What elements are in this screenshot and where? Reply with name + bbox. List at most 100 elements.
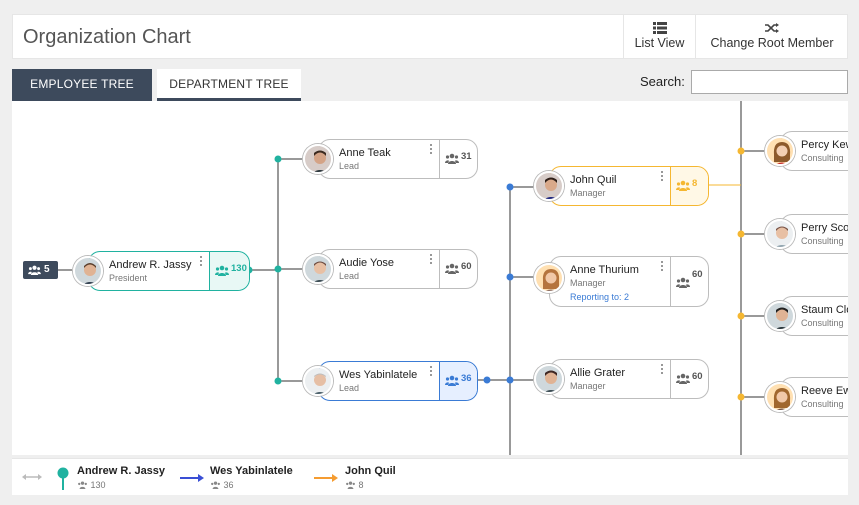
node-andrew-jassy[interactable]: Andrew R. Jassy President 130 — [73, 251, 250, 291]
list-view-label: List View — [634, 36, 685, 50]
breadcrumb-name: Wes Yabinlatele — [210, 465, 293, 477]
node-role: Manager — [570, 188, 606, 198]
people-icon — [211, 481, 220, 489]
reporting-to-link[interactable]: Reporting to: 2 — [570, 292, 629, 302]
subordinate-count[interactable]: 8 — [670, 167, 708, 205]
people-icon — [346, 481, 355, 489]
more-menu-icon[interactable] — [430, 144, 433, 155]
node-allie-grater[interactable]: Allie Grater Manager 60 — [534, 359, 709, 399]
subordinate-count[interactable]: 31 — [439, 140, 477, 178]
avatar — [303, 366, 333, 396]
subordinate-count[interactable]: 60 — [670, 257, 708, 306]
arrow-right-icon — [314, 474, 338, 482]
tab-employee-tree[interactable]: EMPLOYEE TREE — [12, 69, 152, 108]
node-name: John Quil — [570, 174, 617, 186]
more-menu-icon[interactable] — [661, 261, 664, 272]
more-menu-icon[interactable] — [430, 254, 433, 265]
count-value: 31 — [461, 151, 472, 162]
path-breadcrumb: Andrew R. Jassy 130 Wes Yabinlatele 36 J… — [12, 458, 848, 495]
avatar — [765, 219, 795, 249]
node-role: Consulting — [801, 153, 844, 163]
avatar — [534, 364, 564, 394]
people-icon — [445, 375, 459, 386]
avatar — [765, 382, 795, 412]
node-name: Anne Teak — [339, 147, 391, 159]
node-name: Reeve Ewer — [801, 385, 848, 397]
node-john-quil[interactable]: John Quil Manager 8 — [534, 166, 709, 206]
count-value: 36 — [461, 373, 472, 384]
subordinate-count[interactable]: 130 — [209, 252, 249, 290]
tab-employee-label: EMPLOYEE TREE — [30, 77, 134, 91]
breadcrumb-count: 36 — [210, 480, 234, 490]
people-icon — [215, 265, 229, 276]
org-tree-canvas[interactable]: 5 Andrew R. Jassy President 130 Anne Tea… — [12, 101, 848, 455]
node-anne-teak[interactable]: Anne Teak Lead 31 — [303, 139, 478, 179]
app-header: Organization Chart List View Change Root… — [12, 14, 848, 59]
subordinate-count[interactable]: 60 — [670, 360, 708, 398]
node-wes-yabinlatele[interactable]: Wes Yabinlatele Lead 36 — [303, 361, 478, 401]
count-value: 60 — [692, 371, 703, 382]
people-icon — [78, 481, 87, 489]
tab-department-tree[interactable]: DEPARTMENT TREE — [157, 69, 301, 101]
list-view-button[interactable]: List View — [623, 15, 695, 58]
subordinate-count[interactable]: 36 — [439, 362, 477, 400]
node-audie-yose[interactable]: Audie Yose Lead 60 — [303, 249, 478, 289]
change-root-label: Change Root Member — [710, 36, 834, 50]
more-menu-icon[interactable] — [200, 256, 203, 267]
count-value: 60 — [692, 269, 703, 280]
people-icon — [28, 265, 41, 275]
breadcrumb-item-john[interactable]: John Quil 8 — [345, 465, 396, 490]
node-role: Manager — [570, 278, 606, 288]
search-input[interactable] — [691, 70, 848, 94]
node-name: Wes Yabinlatele — [339, 369, 418, 381]
node-role: Consulting — [801, 236, 844, 246]
breadcrumb-name: John Quil — [345, 465, 396, 477]
more-menu-icon[interactable] — [661, 364, 664, 375]
avatar — [765, 136, 795, 166]
node-role: Consulting — [801, 318, 844, 328]
root-count-value: 5 — [44, 264, 50, 275]
node-anne-thurium[interactable]: Anne Thurium Manager Reporting to: 2 60 — [534, 256, 709, 307]
avatar — [765, 301, 795, 331]
breadcrumb-item-andrew[interactable]: Andrew R. Jassy 130 — [77, 465, 166, 490]
arrow-right-icon — [180, 474, 204, 482]
breadcrumb-count: 8 — [345, 480, 364, 490]
root-member-count-badge[interactable]: 5 — [23, 261, 58, 279]
count-value: 8 — [692, 178, 698, 189]
breadcrumb-item-wes[interactable]: Wes Yabinlatele 36 — [210, 465, 293, 490]
people-icon — [676, 277, 690, 288]
more-menu-icon[interactable] — [430, 366, 433, 377]
subordinate-count[interactable]: 60 — [439, 250, 477, 288]
breadcrumb-name: Andrew R. Jassy — [77, 465, 166, 477]
list-icon — [652, 22, 667, 34]
people-icon — [445, 263, 459, 274]
node-name: Percy Kewshun — [801, 139, 848, 151]
node-staum[interactable]: Staum Clotes Consulting — [765, 296, 848, 336]
node-name: Allie Grater — [570, 367, 626, 379]
node-name: Anne Thurium — [570, 264, 639, 276]
avatar — [303, 144, 333, 174]
node-name: Perry Scope — [801, 222, 848, 234]
node-role: Manager — [570, 381, 606, 391]
node-role: Lead — [339, 383, 360, 393]
page-title: Organization Chart — [23, 26, 191, 48]
avatar — [534, 171, 564, 201]
node-role: Lead — [339, 271, 360, 281]
node-name: Andrew R. Jassy — [109, 259, 192, 271]
change-root-button[interactable]: Change Root Member — [695, 15, 848, 58]
avatar — [303, 254, 333, 284]
people-icon — [445, 153, 459, 164]
more-menu-icon[interactable] — [661, 171, 664, 182]
node-role: Lead — [339, 161, 360, 171]
search-label: Search: — [640, 74, 685, 89]
node-role: Consulting — [801, 399, 844, 409]
node-name: Staum Clotes — [801, 304, 848, 316]
expand-arrows-icon[interactable] — [22, 473, 42, 481]
tab-department-label: DEPARTMENT TREE — [169, 77, 289, 91]
node-percy[interactable]: Percy Kewshun Consulting — [765, 131, 848, 171]
node-name: Audie Yose — [339, 257, 395, 269]
people-icon — [676, 373, 690, 384]
node-reeve[interactable]: Reeve Ewer Consulting — [765, 377, 848, 417]
shuffle-icon — [765, 23, 779, 33]
node-perry[interactable]: Perry Scope Consulting — [765, 214, 848, 254]
